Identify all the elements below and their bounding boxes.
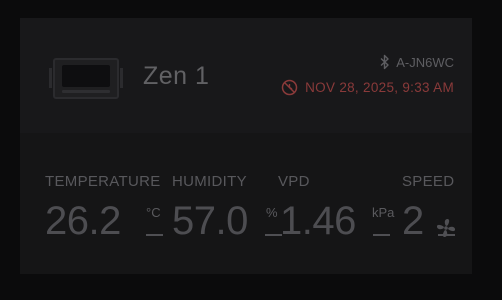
speed-label: SPEED [402,173,455,190]
bluetooth-id: A-JN6WC [396,54,454,70]
temperature-label: TEMPERATURE [45,173,161,190]
vpd-value: 1.46 [280,199,356,243]
humidity-label: HUMIDITY [172,173,247,190]
humidity-unit: % [266,205,278,220]
device-name: Zen 1 [143,62,210,90]
offline-icon [281,79,298,96]
vpd-dash [373,234,390,236]
bluetooth-status: A-JN6WC [380,54,454,70]
device-image [49,58,123,99]
metrics-row: TEMPERATURE 26.2 °C HUMIDITY 57.0 % VPD … [20,133,472,274]
device-header: Zen 1 A-JN6WC NOV 28, 2025, 9:33 AM [20,18,472,133]
humidity-value: 57.0 [172,199,248,243]
device-image-ear-right [120,68,123,88]
speed-dash [438,234,455,236]
vpd-unit: kPa [372,205,395,220]
vpd-label: VPD [278,173,310,190]
last-seen: NOV 28, 2025, 9:33 AM [281,79,454,96]
device-image-ear-left [49,68,52,88]
speed-value: 2 [402,199,424,243]
bluetooth-icon [380,54,390,70]
temperature-dash [146,234,163,236]
last-seen-time: NOV 28, 2025, 9:33 AM [305,80,454,95]
device-image-screen [62,65,110,87]
device-card[interactable]: Zen 1 A-JN6WC NOV 28, 2025, 9:33 AM TEMP… [20,18,472,274]
temperature-unit: °C [146,205,161,220]
temperature-value: 26.2 [45,199,121,243]
device-image-buttons [62,90,110,93]
